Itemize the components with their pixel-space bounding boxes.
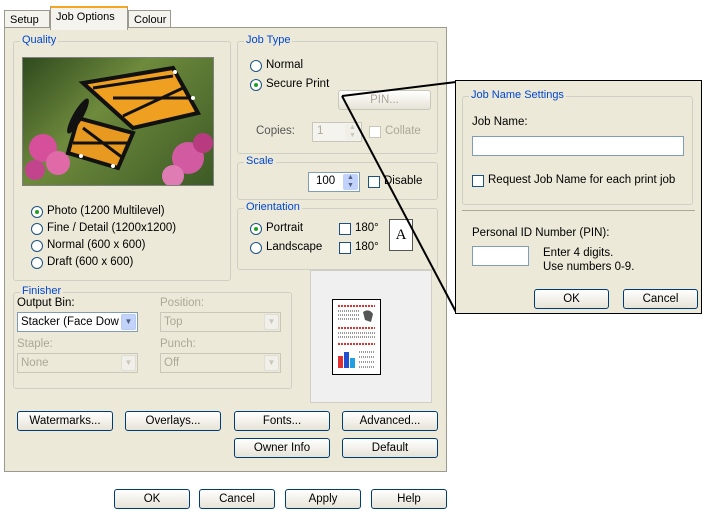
dialog-cancel-button[interactable]: Cancel [623,289,698,309]
dialog-ok-button[interactable]: OK [534,289,609,309]
request-job-name-label: Request Job Name for each print job [488,174,676,186]
request-job-name-checkbox[interactable] [472,175,484,187]
pin-hint-line2: Use numbers 0-9. [543,261,635,273]
pin-input[interactable] [472,246,529,266]
pin-hint-line1: Enter 4 digits. [543,247,614,259]
job-name-settings-group: Job Name Settings Job Name: Request Job … [462,89,693,205]
tab-job-options[interactable]: Job Options [50,6,128,30]
job-name-settings-title: Job Name Settings [469,89,566,101]
dialog-cancel-button-label: Cancel [642,293,679,305]
job-name-input[interactable] [472,136,684,156]
dialog-ok-button-label: OK [563,293,580,305]
job-name-label: Job Name: [472,116,528,128]
dialog-divider [462,210,695,211]
tab-job-options-label: Job Options [56,11,115,23]
pin-label: Personal ID Number (PIN): [472,227,610,239]
job-name-settings-dialog: Job Name Settings Job Name: Request Job … [455,80,702,314]
